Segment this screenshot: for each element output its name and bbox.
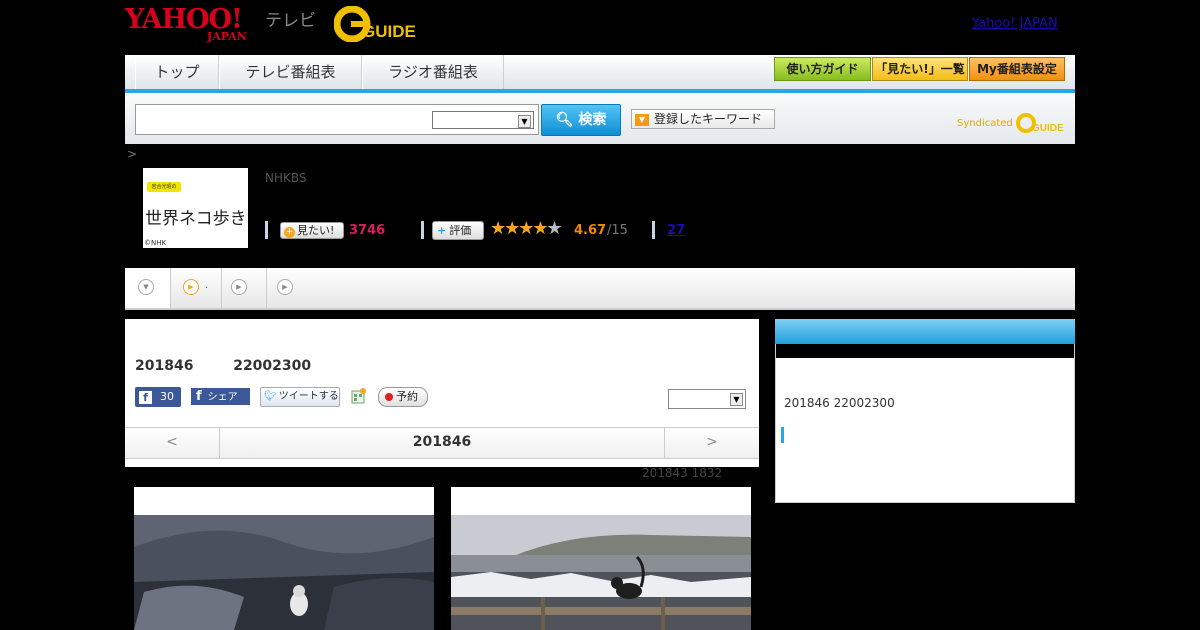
yahoo-logo[interactable]: YAHOO! JAPAN — [125, 6, 261, 44]
arrow-down-icon: ▼ — [635, 113, 649, 126]
want-to-watch-button[interactable]: + 見たい! — [280, 222, 344, 239]
broadcast-datetime: 201846 22002300 — [135, 358, 311, 374]
search-button[interactable]: 🔍︎ 検索 — [541, 104, 621, 136]
syndicated-label: Syndicated — [957, 118, 1013, 129]
tv-label: テレビ — [265, 11, 316, 31]
yahoo-japan-text: JAPAN — [207, 30, 247, 43]
chevron-down-icon: ▼ — [138, 279, 154, 295]
search-button-label: 検索 — [578, 112, 607, 128]
usage-guide-button[interactable]: 使い方ガイド — [774, 57, 871, 81]
tab-current[interactable]: ▼ — [125, 268, 170, 308]
tab-top[interactable]: トップ — [135, 55, 219, 89]
want-count: 3746 — [349, 223, 386, 238]
program-tab-strip: ▼ ▶ . ▶ ▶ — [125, 268, 1075, 310]
facebook-count: 30 — [160, 390, 174, 403]
want-list-button[interactable]: 「見たい!」一覧 — [872, 57, 968, 81]
tab-episodes-dot: . — [205, 280, 209, 291]
registered-keywords-label: 登録したキーワード — [654, 112, 763, 126]
rating-value: 4.67 — [574, 223, 607, 238]
tab-tv-schedule[interactable]: テレビ番組表 — [219, 55, 362, 89]
facebook-icon: f — [196, 389, 202, 404]
chevron-down-icon: ▼ — [730, 393, 743, 406]
pager-current-date: 201846 — [412, 434, 472, 450]
episode-select[interactable]: ▼ — [668, 389, 746, 409]
gguide-logo-text: GUIDE — [362, 22, 416, 41]
chevron-down-icon: ▼ — [518, 115, 531, 128]
tab-related[interactable]: ▶ — [222, 268, 266, 308]
facebook-icon: f — [139, 390, 152, 404]
reserve-button[interactable]: 予約 — [378, 387, 428, 407]
review-count-link[interactable]: 27 — [667, 223, 685, 238]
gguide-small-icon: GUIDE — [1015, 113, 1064, 134]
date-pager: < 201846 > — [125, 427, 759, 459]
play-icon: ▶ — [183, 279, 199, 295]
program-thumbnail: 岩合光昭の 世界ネコ歩き ©NHK — [143, 168, 248, 248]
search-category-select[interactable]: ▼ — [432, 111, 534, 129]
thumb-credit: ©NHK — [144, 239, 167, 247]
divider — [652, 221, 655, 239]
main-nav: トップ テレビ番組表 ラジオ番組表 使い方ガイド 「見たい!」一覧 My番組表設… — [125, 55, 1075, 93]
previous-broadcast: 201843 1832 — [642, 466, 723, 480]
rate-label: 評価 — [449, 224, 472, 237]
twitter-bird-icon: 🐦︎ — [264, 391, 277, 402]
gguide-small-text: GUIDE — [1032, 123, 1064, 134]
star-rating-icon: ★★★★★ — [490, 218, 563, 239]
facebook-like-button[interactable]: f 30 — [135, 387, 181, 407]
search-icon: 🔍︎ — [555, 112, 574, 128]
facebook-share-label: シェア — [207, 392, 238, 403]
plus-icon: + — [437, 224, 447, 237]
cat-on-boat-photo — [134, 487, 434, 630]
rate-button[interactable]: + 評価 — [432, 221, 484, 240]
tab-episodes[interactable]: ▶ . — [171, 268, 221, 308]
tab-radio-schedule[interactable]: ラジオ番組表 — [362, 55, 504, 89]
thumb-title: 世界ネコ歩き — [145, 209, 247, 229]
sidebar-header — [775, 319, 1075, 344]
tweet-label: ツイートする — [278, 391, 339, 402]
broadcast-date: 201846 — [135, 358, 194, 374]
channel-name: NHKBS — [265, 171, 307, 185]
plus-icon: + — [284, 227, 295, 238]
divider — [265, 221, 268, 239]
broadcast-time: 22002300 — [233, 358, 312, 374]
yahoo-japan-link[interactable]: Yahoo! JAPAN — [972, 16, 1058, 31]
pager-next-button[interactable]: > — [664, 428, 759, 458]
want-label: 見たい! — [297, 224, 335, 237]
reserve-label: 予約 — [396, 390, 418, 403]
sidebar-accent-mark — [781, 427, 784, 443]
play-icon: ▶ — [277, 279, 293, 295]
pager-prev-button[interactable]: < — [125, 428, 220, 458]
episode-photo-1[interactable] — [134, 487, 434, 630]
sidebar-header-band — [776, 344, 1074, 358]
registered-keywords-button[interactable]: ▼ 登録したキーワード — [631, 109, 775, 129]
thumb-badge: 岩合光昭の — [147, 182, 181, 192]
episode-photo-2[interactable] — [451, 487, 751, 630]
gguide-logo-icon: GUIDE — [333, 5, 416, 43]
add-to-calendar-icon[interactable] — [350, 388, 366, 404]
divider — [421, 221, 424, 239]
syndicated-gguide-logo: Syndicated GUIDE — [957, 112, 1072, 134]
play-icon: ▶ — [231, 279, 247, 295]
rating-count: /15 — [607, 223, 628, 238]
my-schedule-settings-button[interactable]: My番組表設定 — [969, 57, 1065, 81]
facebook-share-button[interactable]: f シェア — [191, 388, 250, 405]
tweet-button[interactable]: 🐦︎ ツイートする — [260, 387, 340, 407]
gguide-logo[interactable]: GUIDE — [333, 5, 434, 43]
record-dot-icon — [385, 393, 393, 401]
tab-more[interactable]: ▶ — [267, 268, 311, 308]
cat-on-snowy-fence-photo — [451, 487, 751, 630]
breadcrumb[interactable]: > — [127, 147, 137, 161]
sidebar-datetime: 201846 22002300 — [784, 396, 895, 410]
